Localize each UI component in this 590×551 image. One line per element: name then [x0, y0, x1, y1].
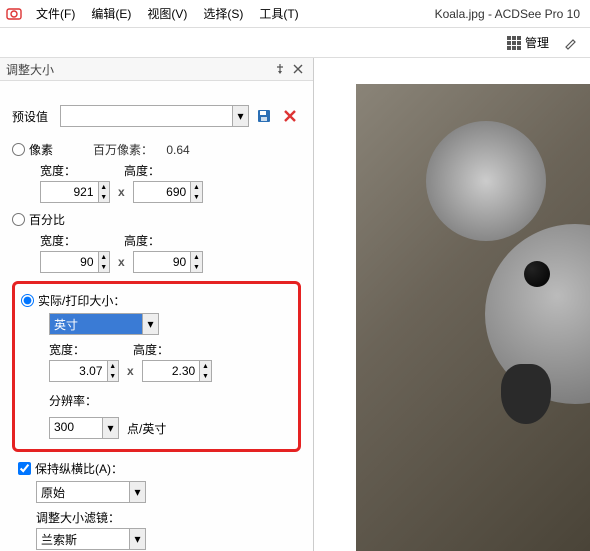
chevron-down-icon[interactable]: ▾ [102, 418, 118, 438]
chevron-down-icon[interactable]: ▾ [232, 106, 248, 126]
manage-button[interactable]: 管理 [500, 30, 556, 55]
act-height-input[interactable] [143, 361, 200, 381]
manage-label: 管理 [525, 34, 549, 51]
px-width-spinner[interactable]: ▲▼ [40, 181, 110, 203]
resolution-label: 分辨率： [49, 392, 292, 409]
resolution-value: 300 [50, 418, 102, 438]
spin-down-icon[interactable]: ▼ [99, 192, 110, 202]
app-logo-icon [6, 6, 22, 22]
px-width-input[interactable] [41, 182, 98, 202]
pct-height-label: 高度： [124, 232, 208, 249]
act-width-spinner[interactable]: ▲▼ [49, 360, 119, 382]
megapixel-value: 0.64 [166, 143, 189, 157]
spin-down-icon[interactable]: ▼ [191, 192, 202, 202]
spin-up-icon[interactable]: ▲ [191, 182, 202, 192]
actual-radio-label: 实际/打印大小： [38, 292, 125, 309]
menu-select[interactable]: 选择(S) [195, 1, 251, 26]
koala-image [356, 84, 590, 551]
unit-combo[interactable]: 英寸 ▾ [49, 313, 159, 335]
spin-up-icon[interactable]: ▲ [99, 252, 110, 262]
aspect-value: 原始 [37, 482, 129, 502]
px-width-label: 宽度： [40, 162, 124, 179]
spin-up-icon[interactable]: ▲ [191, 252, 202, 262]
brush-icon [563, 35, 579, 51]
spin-up-icon[interactable]: ▲ [99, 182, 110, 192]
chevron-down-icon[interactable]: ▾ [142, 314, 158, 334]
preset-combo[interactable]: ▾ [60, 105, 249, 127]
spin-up-icon[interactable]: ▲ [108, 361, 119, 371]
filter-combo[interactable]: 兰索斯 ▾ [36, 528, 146, 550]
window-title: Koala.jpg - ACDSee Pro 10 [307, 7, 584, 21]
menu-view[interactable]: 视图(V) [139, 1, 195, 26]
spin-down-icon[interactable]: ▼ [191, 262, 202, 272]
delete-preset-button[interactable] [279, 105, 301, 127]
menu-edit[interactable]: 编辑(E) [83, 1, 139, 26]
preset-value [61, 106, 232, 126]
toolbar-extra-button[interactable] [556, 31, 586, 55]
spin-down-icon[interactable]: ▼ [200, 371, 211, 381]
chevron-down-icon[interactable]: ▾ [129, 482, 145, 502]
spin-up-icon[interactable]: ▲ [200, 361, 211, 371]
filter-label: 调整大小滤镜： [36, 509, 301, 526]
pixels-radio-label: 像素 [29, 141, 53, 158]
resolution-combo[interactable]: 300 ▾ [49, 417, 119, 439]
pct-width-label: 宽度： [40, 232, 124, 249]
panel-title: 调整大小 [6, 61, 271, 78]
x-icon [283, 109, 297, 123]
resize-panel: 调整大小 预设值 ▾ [0, 58, 314, 551]
keep-aspect-label: 保持纵横比(A)： [35, 460, 123, 477]
image-preview[interactable] [314, 58, 590, 551]
px-height-spinner[interactable]: ▲▼ [133, 181, 203, 203]
unit-value: 英寸 [50, 314, 142, 334]
actual-size-highlight: 实际/打印大小： 英寸 ▾ 宽度： 高度： ▲▼ x ▲▼ [12, 281, 301, 452]
percent-radio[interactable] [12, 213, 25, 226]
act-width-input[interactable] [50, 361, 107, 381]
multiply-icon: x [118, 255, 125, 269]
resolution-unit: 点/英寸 [127, 420, 166, 437]
keep-aspect-checkbox[interactable] [18, 462, 31, 475]
pct-height-spinner[interactable]: ▲▼ [133, 251, 203, 273]
px-height-label: 高度： [124, 162, 208, 179]
px-height-input[interactable] [134, 182, 191, 202]
floppy-icon [256, 108, 272, 124]
act-height-label: 高度： [133, 341, 217, 358]
spin-down-icon[interactable]: ▼ [108, 371, 119, 381]
chevron-down-icon[interactable]: ▾ [129, 529, 145, 549]
act-width-label: 宽度： [49, 341, 133, 358]
close-icon[interactable] [289, 60, 307, 78]
pin-icon[interactable] [271, 60, 289, 78]
pct-width-spinner[interactable]: ▲▼ [40, 251, 110, 273]
save-preset-button[interactable] [253, 105, 275, 127]
grid-icon [507, 36, 521, 50]
filter-value: 兰索斯 [37, 529, 129, 549]
pct-width-input[interactable] [41, 252, 98, 272]
act-height-spinner[interactable]: ▲▼ [142, 360, 212, 382]
percent-radio-label: 百分比 [29, 211, 65, 228]
aspect-combo[interactable]: 原始 ▾ [36, 481, 146, 503]
pixels-radio[interactable] [12, 143, 25, 156]
multiply-icon: x [127, 364, 134, 378]
megapixel-label: 百万像素： [93, 143, 153, 157]
preset-label: 预设值 [12, 108, 60, 125]
actual-radio[interactable] [21, 294, 34, 307]
menu-file[interactable]: 文件(F) [28, 1, 83, 26]
menu-tools[interactable]: 工具(T) [251, 1, 306, 26]
spin-down-icon[interactable]: ▼ [99, 262, 110, 272]
multiply-icon: x [118, 185, 125, 199]
pct-height-input[interactable] [134, 252, 191, 272]
